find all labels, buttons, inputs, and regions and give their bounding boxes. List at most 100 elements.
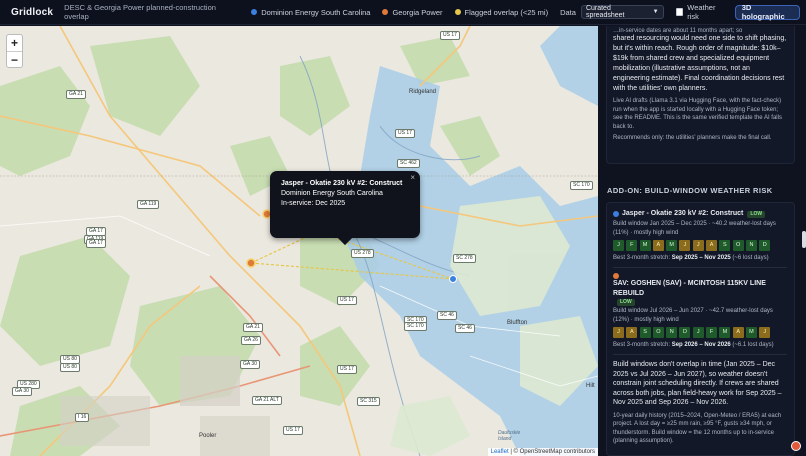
yellow-dot-icon: [454, 9, 461, 15]
month-cell: N: [745, 240, 757, 251]
road-shield: US 17: [395, 129, 415, 138]
best-stretch: Best 3-month stretch: Sep 2025 – Nov 202…: [613, 254, 787, 262]
road-shield: SC 278: [453, 254, 476, 263]
month-strip: JFMAMJJASOND: [613, 240, 787, 251]
close-icon[interactable]: ×: [410, 173, 415, 183]
popup-in-service: In-service: Dec 2025: [281, 200, 346, 207]
recommend-note: Recommends only: the utilities' planners…: [613, 135, 772, 141]
month-cell: A: [626, 327, 638, 338]
app-badge-icon[interactable]: [791, 441, 801, 451]
project-name: SAV: GOSHEN (SAV) - MCINTOSH 115KV LINE …: [613, 280, 766, 297]
best-label: Best 3-month stretch:: [613, 342, 671, 348]
road-shield: GA 21: [66, 90, 86, 99]
town-label: Bluffton: [507, 320, 528, 326]
legend: Dominion Energy South Carolina Georgia P…: [239, 3, 800, 21]
month-cell: M: [745, 327, 757, 338]
leaflet-link[interactable]: Leaflet: [491, 449, 509, 455]
month-cell: A: [732, 327, 744, 338]
weather-risk-label[interactable]: Weather risk: [687, 3, 726, 21]
month-cell: F: [706, 327, 718, 338]
app-brand: Gridlock: [11, 6, 54, 18]
month-cell: J: [613, 240, 624, 251]
town-label: Ridgeland: [409, 89, 437, 95]
blue-dot-icon: [251, 9, 258, 15]
road-shield: GA 17: [86, 239, 106, 248]
road-shield: GA 26: [241, 336, 261, 345]
road-shield: GA 30: [240, 360, 260, 369]
ai-note: Live AI drafts (Llama 3.1 via Hugging Fa…: [613, 98, 782, 130]
road-shield: SC 462: [397, 159, 420, 168]
road-shield: GA 21 ALT: [252, 396, 282, 405]
legend-item-desc: Dominion Energy South Carolina: [251, 8, 370, 17]
road-shield: US 17: [283, 426, 303, 435]
road-shield: US 17: [440, 31, 460, 40]
road-shield: GA 30: [12, 387, 32, 396]
month-cell: J: [692, 240, 704, 251]
month-cell: F: [626, 240, 638, 251]
intro-cut-line: …in-service dates are about 11 months ap…: [613, 28, 743, 34]
georgia-power-marker[interactable]: [246, 258, 256, 268]
best-range: Sep 2026 – Nov 2026: [671, 342, 731, 348]
map-attribution: Leaflet | © OpenStreetMap contributors: [487, 448, 598, 456]
zoom-out-button[interactable]: −: [7, 51, 22, 67]
weather-risk-checkbox[interactable]: [675, 8, 684, 16]
scrollbar-thumb[interactable]: [802, 231, 806, 248]
month-cell: J: [613, 327, 624, 338]
road-shield: US 278: [351, 249, 374, 258]
island-label: Daufuskie Island: [498, 430, 521, 442]
road-shield: SC 46: [455, 324, 475, 333]
road-shield: I 16: [75, 413, 90, 422]
month-cell: M: [639, 240, 651, 251]
chevron-down-icon: ▼: [652, 9, 659, 15]
best-stretch: Best 3-month stretch: Sep 2026 – Nov 202…: [613, 341, 787, 349]
road-shield: SC 315: [357, 397, 380, 406]
month-cell: J: [692, 327, 704, 338]
data-source-select[interactable]: Curated spreadsheet ▼: [580, 5, 664, 19]
month-strip: JASONDJFMAMJ: [613, 327, 787, 338]
divider: [613, 354, 787, 355]
road-shield: US 17: [337, 296, 357, 305]
top-bar: Gridlock DESC & Georgia Power planned-co…: [0, 0, 806, 25]
project-name: Jasper - Okatie 230 kV #2: Construct: [622, 210, 744, 217]
weather-card: Jasper - Okatie 230 kV #2: Construct LOW…: [606, 202, 795, 456]
data-source-value: Curated spreadsheet: [585, 5, 625, 19]
method-note: 10-year daily history (2015–2024, Open-M…: [613, 412, 782, 445]
month-cell: N: [666, 327, 678, 338]
project-popup: × Jasper - Okatie 230 kV #2: Construct D…: [270, 171, 420, 246]
coordination-card: …in-service dates are about 11 months ap…: [606, 26, 795, 164]
holographic-button[interactable]: 3D holographic: [734, 3, 800, 21]
town-label: Pooler: [199, 433, 217, 439]
best-label: Best 3-month stretch:: [613, 255, 671, 261]
orange-dot-icon: [382, 9, 389, 15]
legend-label: Dominion Energy South Carolina: [261, 7, 371, 17]
road-shield: GA 21: [243, 323, 263, 332]
osm-credit: | © OpenStreetMap contributors: [510, 449, 595, 455]
popup-title: Jasper - Okatie 230 kV #2: Construct: [281, 180, 403, 187]
blue-dot-icon: [613, 211, 619, 217]
legend-item-georgia: Georgia Power: [382, 8, 443, 17]
road-shield: US 17: [337, 365, 357, 374]
road-shield: GA 119: [137, 200, 160, 209]
risk-badge: LOW: [747, 210, 766, 218]
project-title: SAV: GOSHEN (SAV) - MCINTOSH 115KV LINE …: [613, 273, 787, 306]
zoom-control: + −: [6, 34, 23, 68]
map[interactable]: + − Ridgeland Bluffton Pooler Hilt Daufu…: [0, 26, 598, 456]
month-cell: M: [666, 240, 678, 251]
month-cell: D: [759, 240, 771, 251]
month-cell: A: [706, 240, 718, 251]
app-subtitle: DESC & Georgia Power planned-constructio…: [64, 3, 216, 21]
coordination-text: shared resourcing would need one side to…: [613, 35, 787, 92]
month-cell: D: [679, 327, 691, 338]
month-cell: J: [759, 327, 771, 338]
road-shield: US 80: [60, 363, 80, 372]
zoom-in-button[interactable]: +: [7, 35, 22, 51]
road-shield: SC 170: [570, 181, 593, 190]
side-panel[interactable]: …in-service dates are about 11 months ap…: [598, 26, 806, 456]
month-cell: A: [652, 240, 664, 251]
road-shield: SC 170: [404, 322, 427, 331]
addon-heading: ADD-ON: BUILD-WINDOW WEATHER RISK: [607, 186, 773, 195]
summary-text: Build windows don't overlap in time (Jan…: [613, 361, 782, 406]
month-cell: M: [719, 327, 731, 338]
desc-marker[interactable]: [449, 275, 457, 283]
data-label: Data: [560, 7, 576, 17]
